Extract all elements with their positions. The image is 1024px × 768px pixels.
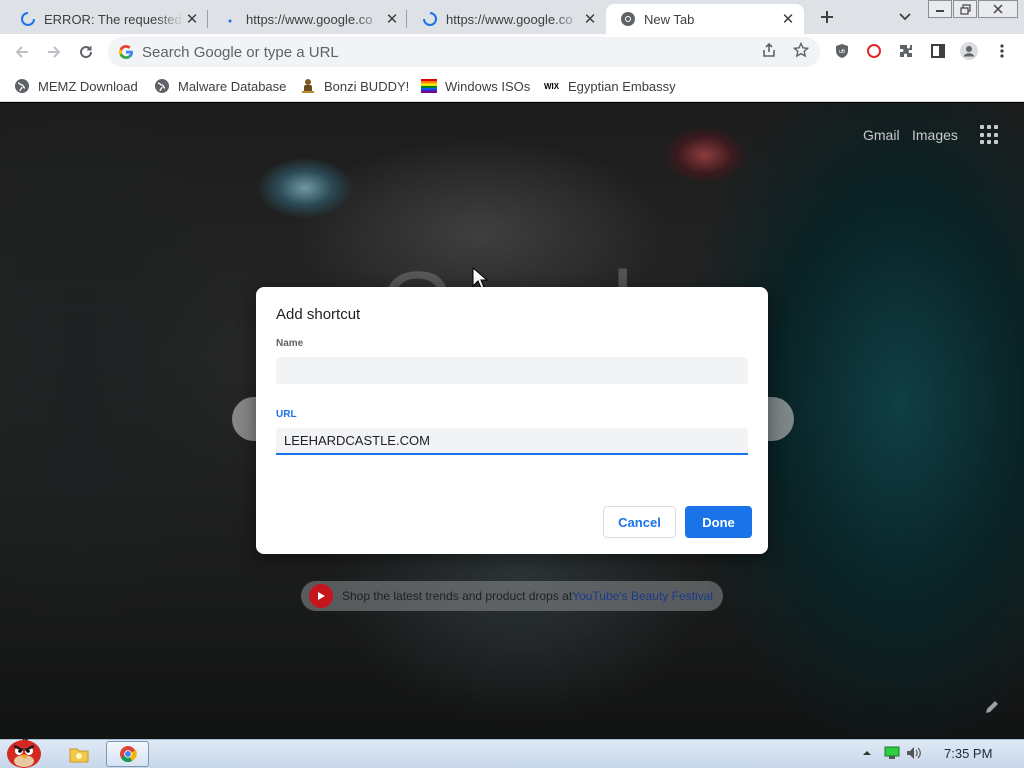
bookmarks-bar: MEMZ Download Malware Database Bonzi BUD… [0, 70, 1024, 102]
add-shortcut-dialog: Add shortcut Name URL Cancel Done [256, 287, 768, 554]
bookmark-star-button[interactable] [792, 41, 810, 59]
rainbow-flag-icon [421, 78, 437, 94]
red-ring-icon [867, 44, 881, 58]
tab-close-icon[interactable]: ✕ [582, 11, 598, 28]
restore-button[interactable] [953, 0, 977, 18]
menu-button[interactable] [993, 42, 1011, 60]
bookmark-label: MEMZ Download [38, 78, 138, 94]
promo-text: Shop the latest trends and product drops… [342, 589, 573, 603]
taskbar-clock[interactable]: 7:35 PM [944, 746, 992, 761]
volume-tray-icon[interactable] [906, 746, 922, 763]
omnibox[interactable]: Search Google or type a URL [108, 37, 820, 67]
images-link[interactable]: Images [912, 127, 958, 143]
chrome-icon [119, 746, 137, 762]
puzzle-icon [900, 45, 912, 57]
name-label: Name [276, 338, 304, 349]
chrome-taskbar-button[interactable] [106, 741, 149, 767]
close-icon [993, 4, 1003, 14]
kebab-menu-icon [1000, 44, 1004, 58]
minimize-button[interactable] [928, 0, 952, 18]
opera-extension[interactable] [865, 42, 883, 60]
bookmark-windows-isos[interactable]: Windows ISOs [421, 76, 530, 96]
forward-button[interactable] [42, 40, 66, 64]
cancel-button[interactable]: Cancel [603, 506, 676, 538]
taskbar: 7:35 PM [0, 735, 1024, 768]
tab-google-2[interactable]: https://www.google.co ✕ [408, 4, 606, 34]
bookmark-label: Bonzi BUDDY! [324, 78, 410, 94]
extensions-button[interactable] [897, 42, 915, 60]
loading-dot-icon [222, 11, 238, 27]
tab-close-icon[interactable]: ✕ [384, 11, 400, 28]
side-panel-button[interactable] [929, 42, 947, 60]
restore-icon [959, 3, 971, 15]
tab-new-tab[interactable]: New Tab ✕ [606, 4, 804, 34]
done-button[interactable]: Done [685, 506, 752, 538]
explorer-taskbar-icon[interactable] [68, 743, 90, 765]
chevron-up-icon [863, 751, 871, 755]
tab-strip: ERROR: The requested ✕ https://www.googl… [0, 0, 1024, 34]
star-icon [793, 42, 809, 58]
bookmark-malware-database[interactable]: Malware Database [154, 76, 286, 96]
url-label: URL [276, 409, 297, 420]
profile-button[interactable] [960, 42, 978, 60]
ublock-icon: uB [836, 44, 848, 58]
bookmark-label: Windows ISOs [445, 78, 531, 94]
tab-close-icon[interactable]: ✕ [184, 11, 200, 28]
chrome-icon [620, 11, 636, 27]
google-g-icon [119, 45, 133, 59]
promo-banner[interactable]: Shop the latest trends and product drops… [301, 581, 723, 611]
network-tray-icon[interactable] [884, 746, 900, 763]
show-hidden-icons-button[interactable] [862, 746, 872, 761]
svg-text:uB: uB [839, 49, 846, 55]
globe-icon [154, 78, 170, 94]
omnibox-placeholder: Search Google or type a URL [142, 43, 339, 61]
bookmark-egyptian-embassy[interactable]: WIX Egyptian Embassy [544, 76, 676, 96]
bookmark-memz[interactable]: MEMZ Download [14, 76, 138, 96]
angry-bird-start-icon [7, 735, 41, 768]
start-button[interactable] [2, 732, 50, 768]
url-field[interactable] [276, 428, 748, 455]
customize-pencil-icon[interactable] [984, 699, 1000, 715]
chevron-down-icon [899, 13, 911, 21]
tab-title: ERROR: The requested [44, 11, 182, 27]
loading-spinner-icon [422, 11, 438, 27]
forward-arrow-icon [48, 46, 61, 58]
bookmark-label: Egyptian Embassy [568, 78, 676, 94]
tab-search-button[interactable] [896, 8, 914, 26]
tab-separator [406, 10, 407, 28]
minimize-icon [936, 10, 944, 12]
dialog-title: Add shortcut [276, 306, 361, 323]
close-window-button[interactable] [978, 0, 1018, 18]
gmail-link[interactable]: Gmail [863, 127, 900, 143]
bonzi-icon [300, 78, 316, 94]
promo-link[interactable]: YouTube's Beauty Festival [572, 589, 713, 603]
avatar-icon [960, 42, 978, 60]
tab-close-icon[interactable]: ✕ [780, 11, 796, 28]
tab-google-1[interactable]: https://www.google.co ✕ [208, 4, 408, 34]
new-tab-button[interactable] [816, 6, 838, 28]
side-panel-icon [931, 44, 945, 58]
bookmark-label: Malware Database [178, 78, 287, 94]
share-icon [763, 42, 775, 57]
tab-error[interactable]: ERROR: The requested ✕ [6, 4, 208, 34]
youtube-play-icon [309, 584, 333, 608]
ublock-extension[interactable]: uB [833, 42, 851, 60]
svg-text:WIX: WIX [544, 82, 560, 91]
google-apps-icon[interactable] [980, 125, 1000, 145]
back-button[interactable] [10, 40, 34, 64]
share-button[interactable] [760, 41, 778, 59]
tab-title: New Tab [644, 11, 695, 27]
globe-icon [14, 78, 30, 94]
plus-icon [821, 11, 833, 23]
bookmark-bonzi-buddy[interactable]: Bonzi BUDDY! [300, 76, 409, 96]
reload-icon [80, 46, 93, 59]
name-field[interactable] [276, 357, 748, 384]
reload-button[interactable] [74, 40, 98, 64]
tab-title: https://www.google.co [246, 11, 373, 27]
toolbar: Search Google or type a URL uB [0, 34, 1024, 70]
back-arrow-icon [15, 46, 28, 58]
loading-spinner-icon [20, 11, 36, 27]
tab-title: https://www.google.co [446, 11, 573, 27]
wix-icon: WIX [544, 78, 560, 94]
